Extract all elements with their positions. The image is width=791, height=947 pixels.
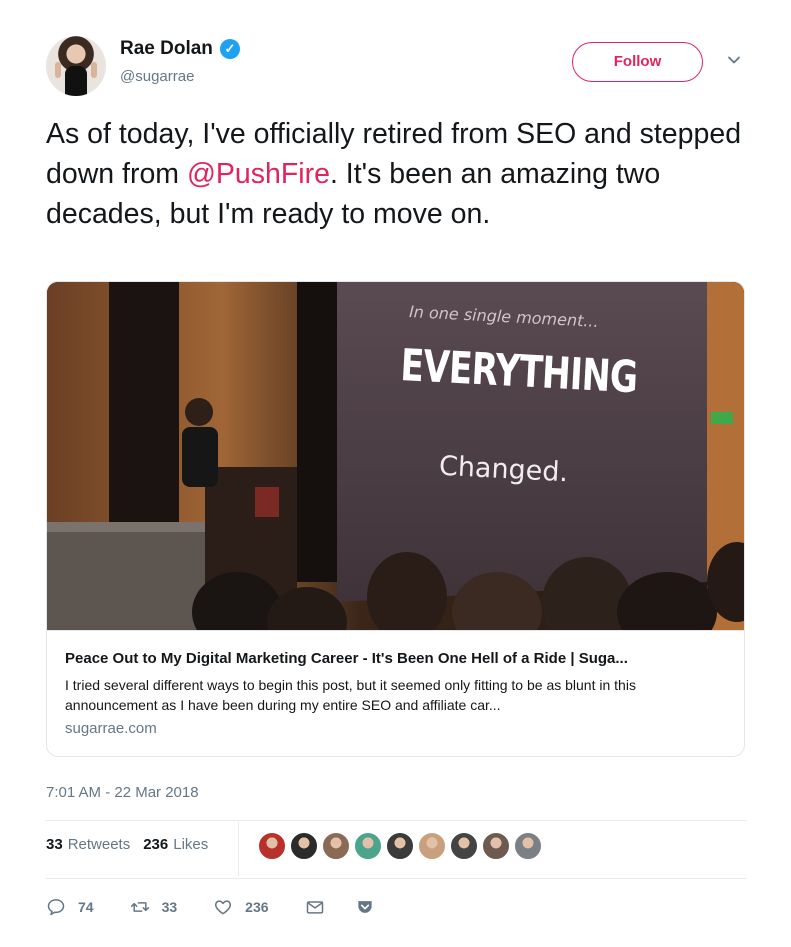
pocket-button[interactable] <box>355 897 375 917</box>
likes-count: 236 <box>143 836 169 853</box>
card-description: I tried several different ways to begin … <box>65 677 636 713</box>
liker-avatar[interactable] <box>514 832 542 860</box>
retweet-count: 33 <box>161 899 178 915</box>
retweets-stat[interactable]: 33 Retweets <box>46 836 130 853</box>
divider-top <box>46 820 746 821</box>
liker-avatar[interactable] <box>322 832 350 860</box>
follow-button[interactable]: Follow <box>572 42 703 82</box>
author-avatar[interactable] <box>46 36 106 96</box>
avatar-arm-left <box>55 62 61 78</box>
reply-icon <box>47 899 65 916</box>
retweet-button[interactable]: 33 <box>130 897 178 917</box>
author-handle[interactable]: @sugarrae <box>120 68 194 85</box>
tweet-header: Rae Dolan ✓ @sugarrae Follow <box>46 36 756 98</box>
mention-link[interactable]: @PushFire <box>187 158 330 190</box>
link-preview-card[interactable]: In one single moment... EVERYTHING Chang… <box>46 281 745 757</box>
retweets-count: 33 <box>46 836 63 853</box>
stats-separator <box>238 822 239 876</box>
envelope-icon <box>306 901 323 914</box>
liker-avatar[interactable] <box>258 832 286 860</box>
avatar-figure <box>65 66 87 96</box>
pocket-icon <box>357 901 372 913</box>
like-count: 236 <box>245 899 269 915</box>
author-name-row: Rae Dolan ✓ <box>120 38 240 60</box>
like-button[interactable]: 236 <box>213 897 269 917</box>
tweet-text: As of today, I've officially retired fro… <box>46 114 746 234</box>
retweet-icon <box>130 902 149 912</box>
card-title[interactable]: Peace Out to My Digital Marketing Career… <box>65 650 726 667</box>
card-body[interactable]: Peace Out to My Digital Marketing Career… <box>47 630 744 756</box>
heart-icon <box>215 900 232 915</box>
liker-avatars <box>258 832 542 860</box>
tweet-stats: 33 Retweets 236 Likes <box>46 836 221 853</box>
tweet-timestamp[interactable]: 7:01 AM - 22 Mar 2018 <box>46 784 199 801</box>
liker-avatar[interactable] <box>354 832 382 860</box>
liker-avatar[interactable] <box>418 832 446 860</box>
chevron-down-icon[interactable] <box>727 53 741 67</box>
avatar-arm-right <box>91 62 97 78</box>
liker-avatar[interactable] <box>386 832 414 860</box>
conference-photo <box>47 282 744 630</box>
liker-avatar[interactable] <box>290 832 318 860</box>
card-image[interactable]: In one single moment... EVERYTHING Chang… <box>47 282 744 630</box>
divider-bottom <box>46 878 746 879</box>
author-name[interactable]: Rae Dolan <box>120 38 213 60</box>
verified-badge-icon: ✓ <box>219 39 240 59</box>
tweet-actions: 74 33 236 <box>46 897 411 917</box>
likes-label: Likes <box>173 836 209 853</box>
direct-message-button[interactable] <box>305 897 325 917</box>
liker-avatar[interactable] <box>482 832 510 860</box>
retweets-label: Retweets <box>67 836 131 853</box>
reply-count: 74 <box>78 899 94 915</box>
card-domain: sugarrae.com <box>65 720 157 737</box>
reply-button[interactable]: 74 <box>46 897 94 917</box>
likes-stat[interactable]: 236 Likes <box>143 836 208 853</box>
liker-avatar[interactable] <box>450 832 478 860</box>
